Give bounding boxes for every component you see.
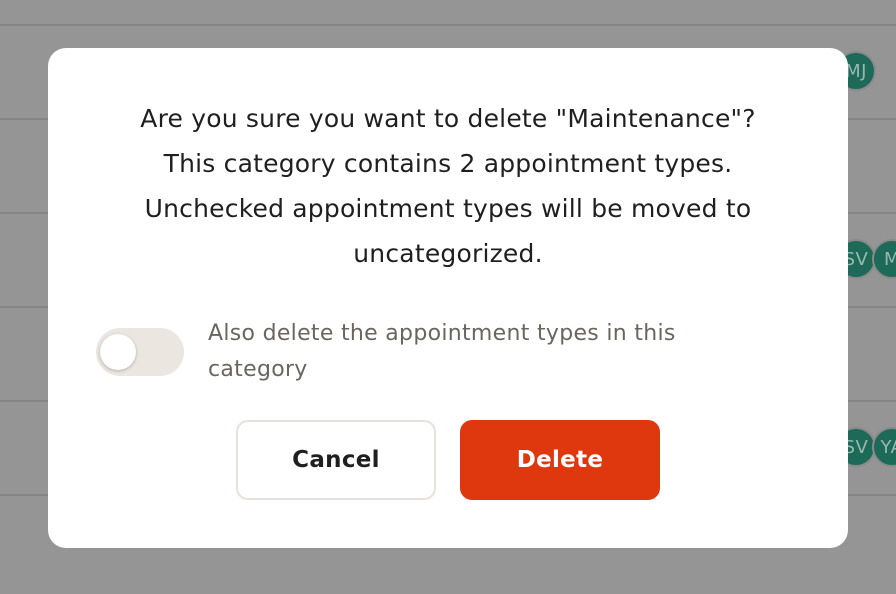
toggle-label: Also delete the appointment types in thi… — [208, 321, 676, 382]
delete-button[interactable]: Delete — [460, 420, 660, 500]
delete-types-toggle-row: Also delete the appointment types in thi… — [96, 316, 756, 396]
cancel-button[interactable]: Cancel — [236, 420, 436, 500]
toggle-knob — [100, 334, 136, 370]
delete-types-toggle[interactable] — [96, 328, 184, 376]
delete-category-dialog: Are you sure you want to delete "Mainten… — [48, 48, 848, 548]
dialog-message: Are you sure you want to delete "Mainten… — [140, 104, 756, 268]
